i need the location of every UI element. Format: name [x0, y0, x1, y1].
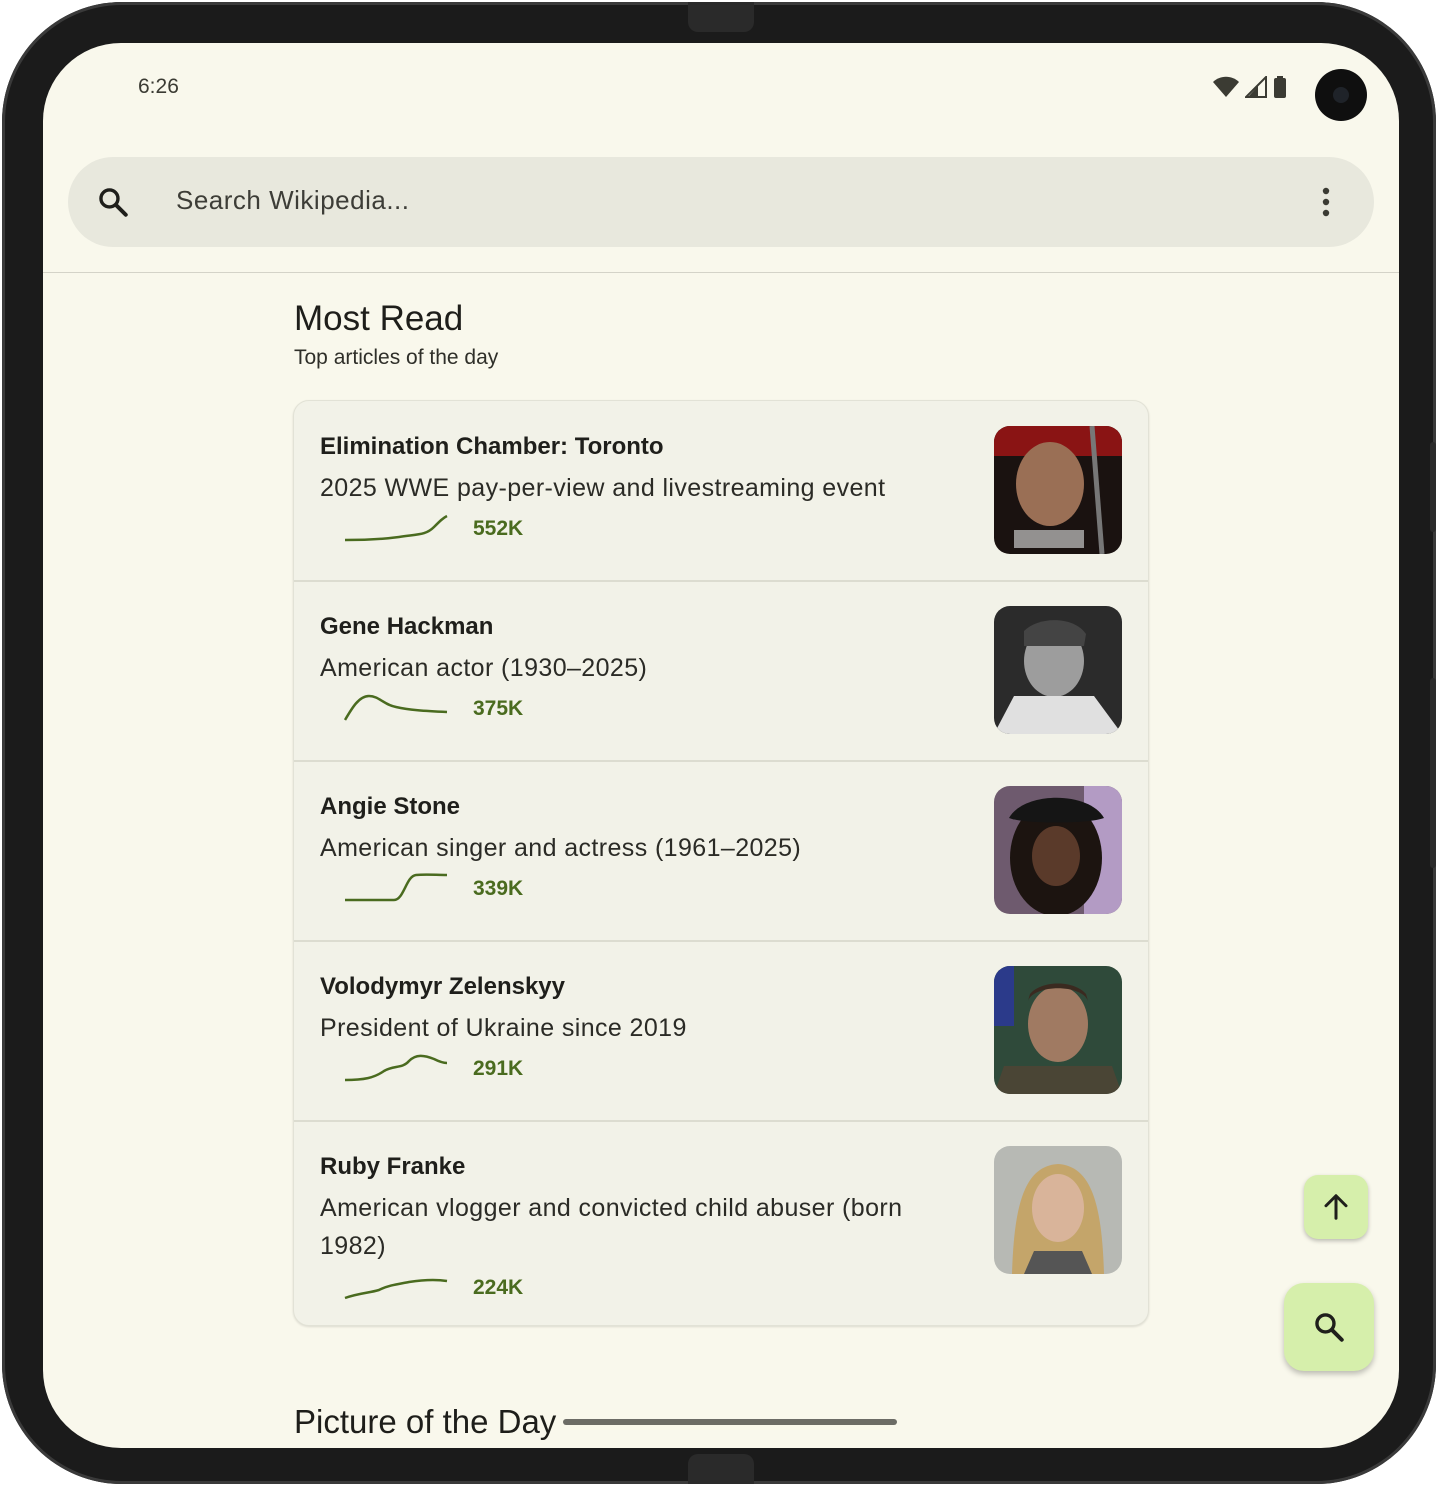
wifi-icon [1213, 76, 1239, 97]
power-button [1430, 678, 1436, 868]
scroll-to-top-button[interactable] [1304, 1175, 1368, 1239]
article-row[interactable]: Elimination Chamber: Toronto 2025 WWE pa… [294, 401, 1148, 582]
most-read-card: Elimination Chamber: Toronto 2025 WWE pa… [293, 400, 1149, 1326]
section-subtitle: Top articles of the day [294, 346, 499, 369]
article-thumbnail [994, 1146, 1122, 1274]
more-vert-icon[interactable] [1320, 185, 1332, 219]
pageviews-count: 224K [473, 1276, 524, 1299]
screen: 6:26 Search Wikipedia... Most Read Top a… [43, 43, 1399, 1448]
search-input[interactable]: Search Wikipedia... [176, 185, 409, 216]
device-frame: 6:26 Search Wikipedia... Most Read Top a… [2, 2, 1436, 1484]
battery-icon [1274, 76, 1286, 98]
article-row[interactable]: Volodymyr Zelenskyy President of Ukraine… [294, 941, 1148, 1122]
section-title: Most Read [294, 299, 464, 338]
search-icon [1315, 1313, 1344, 1342]
section-title: Picture of the Day [294, 1403, 557, 1440]
volume-button [1430, 442, 1436, 532]
article-description: American actor (1930–2025) [320, 654, 648, 682]
pageviews-sparkline [345, 873, 448, 902]
pageviews-sparkline [344, 1278, 448, 1300]
status-icons [1213, 76, 1287, 98]
pageviews-count: 375K [473, 697, 524, 720]
signal-icon [1245, 76, 1267, 98]
article-thumbnail [994, 966, 1122, 1094]
article-title: Angie Stone [320, 793, 461, 820]
article-row[interactable]: Angie Stone American singer and actress … [294, 761, 1148, 942]
search-bar[interactable]: Search Wikipedia... [68, 157, 1374, 247]
gesture-nav-bar[interactable] [563, 1419, 897, 1425]
article-title: Ruby Franke [320, 1153, 466, 1180]
hinge [688, 2, 754, 32]
search-fab[interactable] [1284, 1283, 1374, 1371]
divider [43, 272, 1399, 273]
pageviews-count: 339K [473, 877, 524, 900]
article-description: President of Ukraine since 2019 [320, 1014, 687, 1042]
article-title: Volodymyr Zelenskyy [320, 973, 565, 1000]
hinge [688, 1454, 754, 1484]
article-description: American vlogger and convicted child abu… [320, 1194, 903, 1260]
article-thumbnail [994, 606, 1122, 734]
search-icon [99, 188, 128, 217]
pageviews-sparkline [344, 694, 448, 721]
article-thumbnail [994, 786, 1122, 914]
article-title: Elimination Chamber: Toronto [320, 433, 664, 460]
article-description: 2025 WWE pay-per-view and livestreaming … [320, 474, 886, 502]
pageviews-count: 552K [473, 517, 524, 540]
article-title: Gene Hackman [320, 613, 494, 640]
article-row[interactable]: Gene Hackman American actor (1930–2025) … [294, 581, 1148, 762]
arrow-up-icon [1324, 1194, 1348, 1220]
article-thumbnail [994, 426, 1122, 554]
front-camera [1315, 69, 1367, 121]
pageviews-sparkline [344, 1054, 448, 1082]
article-row[interactable]: Ruby Franke American vlogger and convict… [294, 1121, 1148, 1325]
pageviews-sparkline [344, 514, 448, 542]
article-description: American singer and actress (1961–2025) [320, 834, 802, 862]
pageviews-count: 291K [473, 1057, 524, 1080]
status-time: 6:26 [138, 75, 179, 98]
